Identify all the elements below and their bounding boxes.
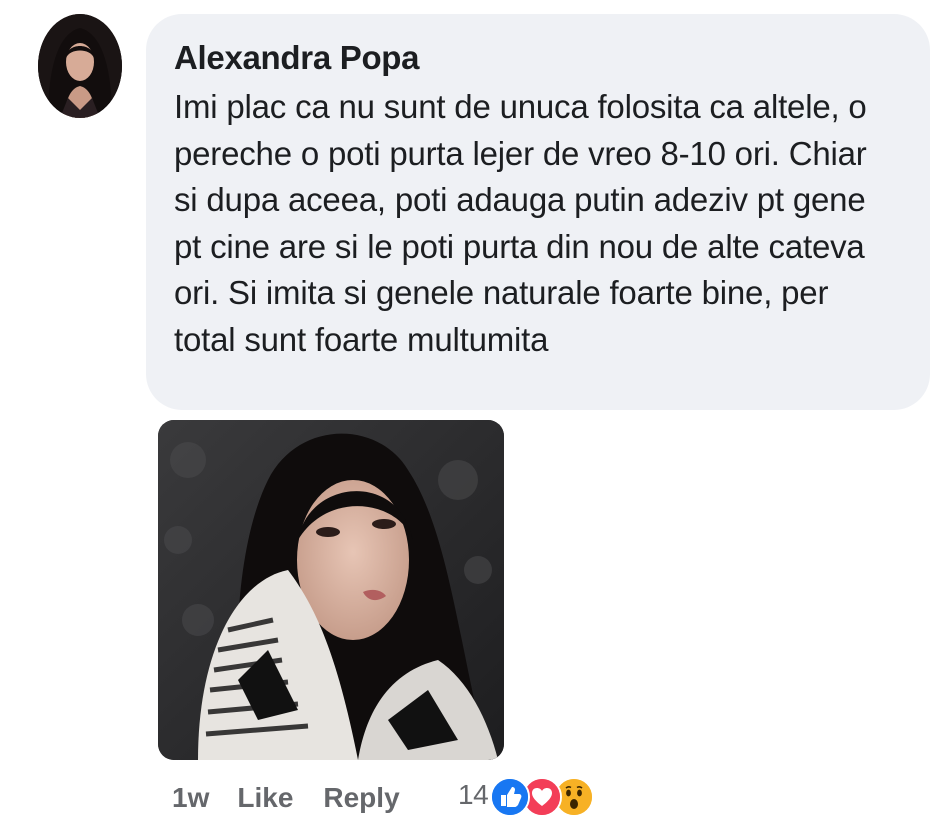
- author-avatar[interactable]: [38, 14, 122, 118]
- comment-bubble: Alexandra Popa Imi plac ca nu sunt de un…: [146, 14, 930, 410]
- comment-photo-attachment[interactable]: [158, 420, 504, 760]
- reactions-summary[interactable]: 14: [458, 773, 600, 817]
- comment-actions: 1w Like Reply: [172, 778, 400, 818]
- comment-author-name[interactable]: Alexandra Popa: [174, 38, 902, 78]
- reaction-count: 14: [458, 779, 489, 810]
- like-icon: [490, 777, 531, 817]
- reply-button[interactable]: Reply: [323, 782, 399, 814]
- like-button[interactable]: Like: [237, 782, 293, 814]
- reaction-icons: [490, 773, 600, 817]
- comment-text: Imi plac ca nu sunt de unuca folosita ca…: [174, 88, 867, 358]
- comment-timestamp[interactable]: 1w: [172, 782, 209, 814]
